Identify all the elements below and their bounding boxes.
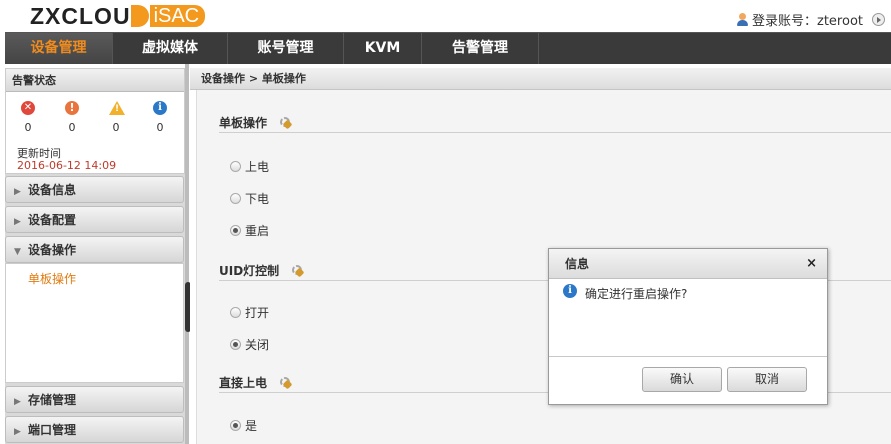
radio-button[interactable] [230, 161, 241, 172]
critical-alarm-icon[interactable]: ✕ [21, 101, 35, 115]
radio-button[interactable] [230, 339, 241, 350]
user-icon [736, 13, 749, 26]
alarm-icons-row: ✕ ! ! i [6, 101, 184, 115]
radio-button[interactable] [230, 225, 241, 236]
update-time-value: 2016-06-12 14:09 [17, 159, 117, 172]
dialog-title-bar[interactable]: 信息 × [549, 249, 827, 279]
sidebar-item-device-config[interactable]: ▶ 设备配置 [5, 206, 184, 233]
major-alarm-icon[interactable]: ! [65, 101, 79, 115]
logo-d-shape [130, 5, 149, 27]
major-alarm-count: 0 [68, 121, 76, 134]
minor-alarm-icon[interactable]: ! [109, 101, 125, 115]
radio-restart[interactable]: 重启 [230, 222, 269, 239]
sidebar-item-label: 设备信息 [28, 183, 77, 197]
nav-kvm[interactable]: KVM [344, 33, 422, 64]
sidebar-item-label: 存储管理 [28, 393, 77, 407]
radio-power-off[interactable]: 下电 [230, 190, 269, 207]
radio-uid-off[interactable]: 关闭 [230, 336, 269, 353]
chevron-right-icon: ▶ [14, 397, 21, 407]
radio-power-on[interactable]: 上电 [230, 158, 269, 175]
panel-splitter[interactable] [185, 64, 189, 444]
device-operation-submenu: 单板操作 [5, 263, 184, 383]
minor-alarm-count: 0 [112, 121, 120, 134]
user-account-label: 登录账号：zteroot [752, 14, 863, 29]
sidebar-item-label: 设备操作 [28, 243, 77, 257]
radio-label: 是 [245, 419, 258, 433]
user-info: 登录账号：zteroot [736, 10, 885, 29]
section-title-text: UID灯控制 [219, 264, 280, 278]
confirm-dialog: 信息 × i 确定进行重启操作? 确认 取消 [548, 248, 828, 405]
gear-icon [279, 116, 293, 130]
radio-direct-yes[interactable]: 是 [230, 417, 257, 434]
radio-label: 重启 [245, 224, 270, 238]
nav-device-management[interactable]: 设备管理 [5, 33, 113, 64]
cancel-button[interactable]: 取消 [727, 367, 807, 392]
section-title-text: 直接上电 [219, 376, 268, 390]
sidebar-item-device-operation[interactable]: ▼ 设备操作 [5, 236, 184, 263]
chevron-right-icon: ▶ [14, 187, 21, 197]
app-header: ZXCLOU iSAC 登录账号：zteroot [0, 0, 891, 32]
sidebar-item-port-management[interactable]: ▶ 端口管理 [5, 416, 184, 443]
section-board-operation-title: 单板操作 [219, 114, 293, 131]
radio-button[interactable] [230, 420, 241, 431]
sidebar-item-label: 设备配置 [28, 213, 77, 227]
critical-alarm-count: 0 [24, 121, 32, 134]
logo-main-text: ZXCLOU [30, 2, 131, 29]
radio-label: 关闭 [245, 338, 270, 352]
radio-label: 下电 [245, 192, 270, 206]
sidebar-item-storage-management[interactable]: ▶ 存储管理 [5, 386, 184, 413]
chevron-down-icon: ▼ [14, 247, 21, 257]
info-alarm-count: 0 [156, 121, 164, 134]
radio-label: 打开 [245, 306, 270, 320]
radio-uid-on[interactable]: 打开 [230, 304, 269, 321]
close-icon[interactable]: × [806, 249, 817, 279]
sidebar: 告警状态 ✕ ! ! i 0 0 0 0 更新时间 2016-06-12 14:… [5, 68, 185, 444]
nav-alarm-management[interactable]: 告警管理 [422, 33, 539, 64]
chevron-right-icon: ▶ [14, 427, 21, 437]
alarm-status-title: 告警状态 [6, 69, 184, 92]
chevron-right-icon: ▶ [14, 217, 21, 227]
section-divider [219, 132, 891, 133]
logo: ZXCLOU iSAC [30, 2, 206, 29]
main-nav: 设备管理 虚拟媒体 账号管理 KVM 告警管理 [5, 32, 891, 64]
confirm-button[interactable]: 确认 [642, 367, 722, 392]
dialog-divider [549, 356, 827, 357]
alarm-status-panel: 告警状态 ✕ ! ! i 0 0 0 0 更新时间 2016-06-12 14:… [5, 68, 185, 174]
section-uid-light-title: UID灯控制 [219, 262, 305, 279]
gear-icon [291, 264, 305, 278]
info-alarm-icon[interactable]: i [153, 101, 167, 115]
radio-button[interactable] [230, 193, 241, 204]
section-title-text: 单板操作 [219, 116, 268, 130]
dialog-message: 确定进行重启操作? [585, 287, 688, 301]
radio-label: 上电 [245, 160, 270, 174]
logo-sub-text: iSAC [149, 5, 206, 27]
logout-icon[interactable] [872, 13, 885, 26]
sidebar-subitem-board-operation[interactable]: 单板操作 [28, 270, 76, 287]
gear-icon [279, 376, 293, 390]
section-direct-power-title: 直接上电 [219, 374, 293, 391]
sidebar-item-label: 端口管理 [28, 423, 77, 437]
info-icon: i [563, 284, 577, 298]
sidebar-item-device-info[interactable]: ▶ 设备信息 [5, 176, 184, 203]
dialog-title: 信息 [565, 257, 590, 271]
radio-button[interactable] [230, 307, 241, 318]
nav-account-management[interactable]: 账号管理 [228, 33, 344, 64]
breadcrumb: 设备操作 > 单板操作 [190, 68, 891, 90]
nav-virtual-media[interactable]: 虚拟媒体 [113, 33, 228, 64]
